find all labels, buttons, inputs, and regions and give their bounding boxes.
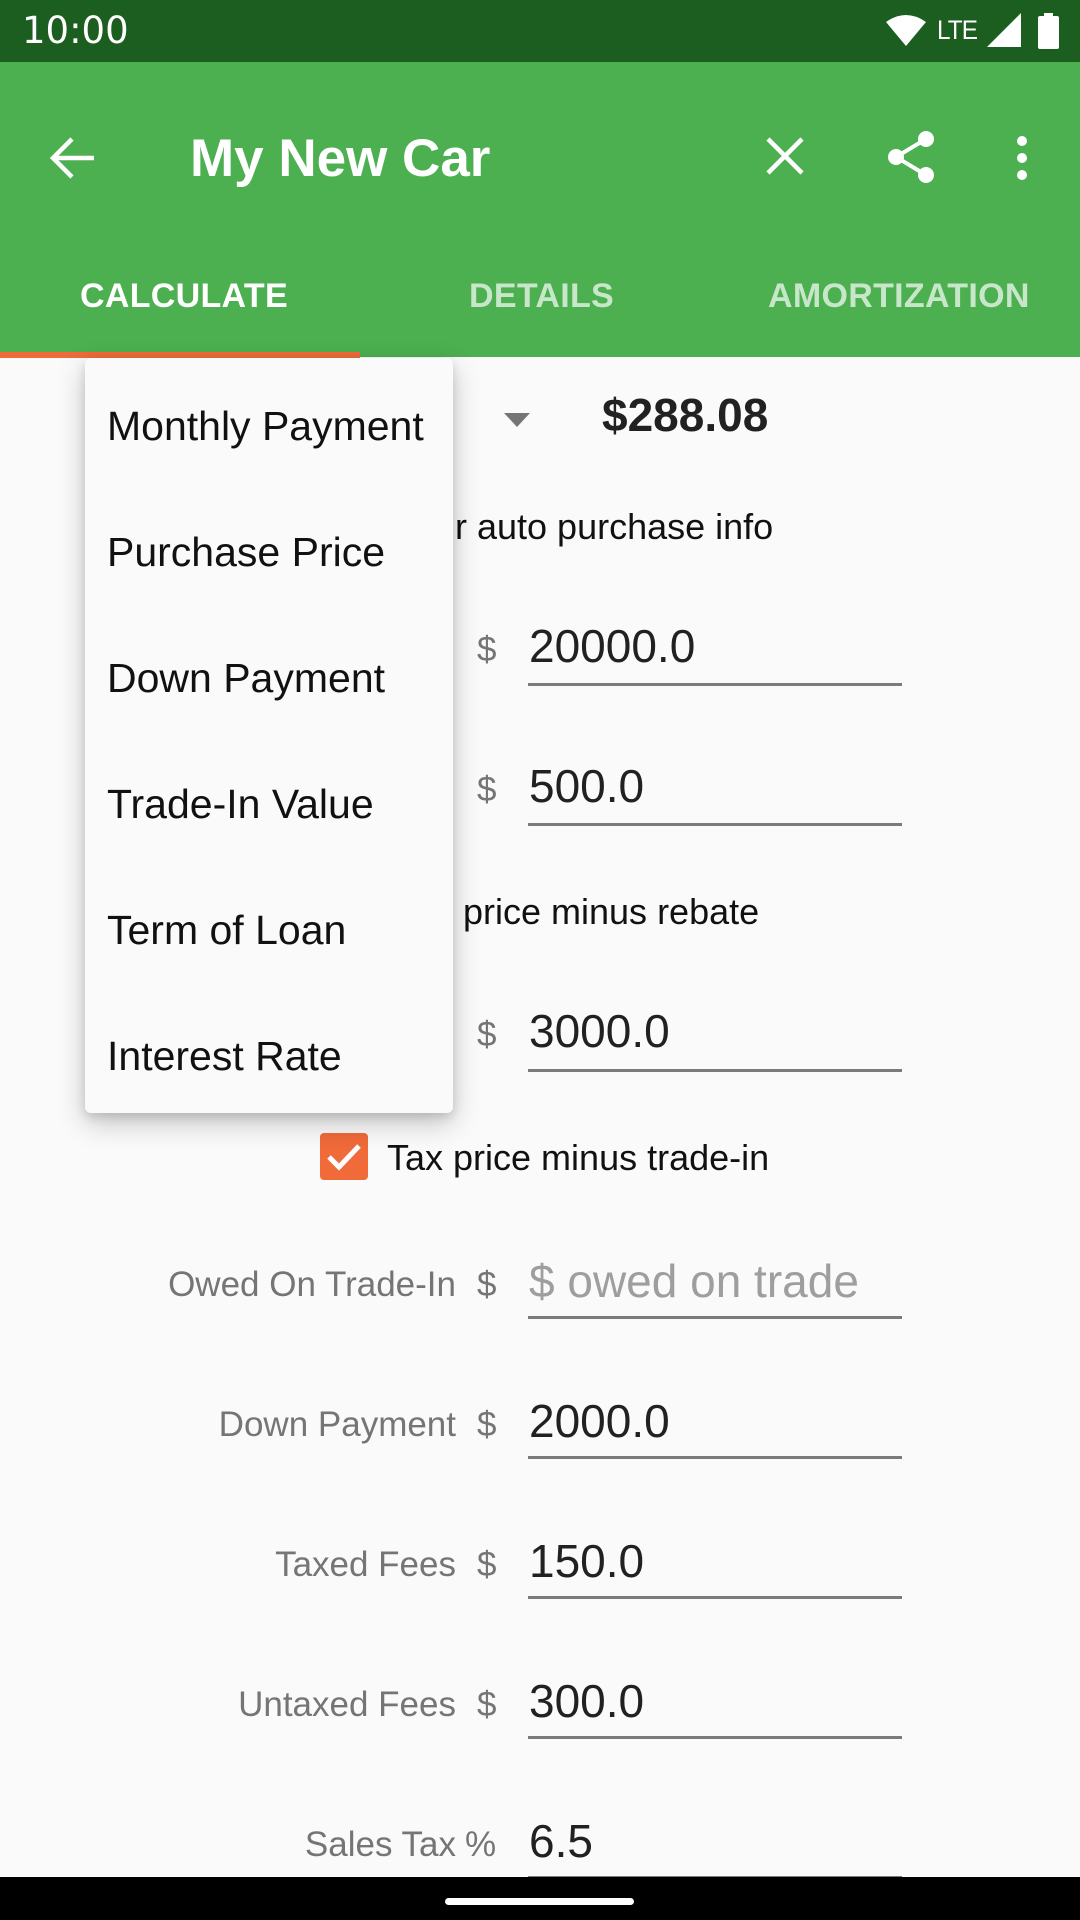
input-underline xyxy=(528,1316,902,1319)
menu-item-label: Trade-In Value xyxy=(107,781,374,827)
menu-item-trade-in-value[interactable]: Trade-In Value xyxy=(85,736,453,862)
owed-on-trade-in-input[interactable]: $ owed on trade xyxy=(529,1255,859,1307)
input-underline xyxy=(528,1456,902,1459)
page-title: My New Car xyxy=(190,129,491,188)
menu-item-monthly-payment[interactable]: Monthly Payment xyxy=(85,358,453,484)
rebate-input[interactable]: 500.0 xyxy=(529,760,644,812)
tab-amortization[interactable]: AMORTIZATION xyxy=(768,276,1030,316)
lte-label: LTE xyxy=(937,15,978,45)
currency-symbol: $ xyxy=(477,1545,497,1584)
menu-item-interest-rate[interactable]: Interest Rate xyxy=(85,988,453,1114)
tax-trade-label[interactable]: Tax price minus trade-in xyxy=(387,1137,769,1179)
down-payment-label: Down Payment xyxy=(218,1405,456,1444)
menu-item-label: Down Payment xyxy=(107,655,386,701)
taxed-fees-label: Taxed Fees xyxy=(275,1545,456,1584)
menu-item-label: Monthly Payment xyxy=(107,403,424,449)
arrow-left-icon xyxy=(50,137,94,179)
input-underline xyxy=(528,1596,902,1599)
tab-details[interactable]: DETAILS xyxy=(469,276,614,316)
close-button[interactable] xyxy=(766,137,804,175)
intro-text: r auto purchase info xyxy=(455,506,774,547)
currency-symbol: $ xyxy=(477,1685,497,1724)
purchase-price-input[interactable]: 20000.0 xyxy=(529,620,695,672)
input-underline xyxy=(528,683,902,686)
trade-in-input[interactable]: 3000.0 xyxy=(529,1005,670,1057)
menu-item-label: Purchase Price xyxy=(107,529,386,575)
percent-symbol: % xyxy=(465,1825,497,1864)
input-underline xyxy=(528,1069,902,1072)
signal-icon xyxy=(987,13,1021,47)
sales-tax-label: Sales Tax xyxy=(304,1825,456,1864)
currency-symbol: $ xyxy=(477,1015,497,1054)
menu-item-term-of-loan[interactable]: Term of Loan xyxy=(85,862,453,988)
input-underline xyxy=(528,823,902,826)
checkmark-icon xyxy=(327,1144,361,1171)
share-icon xyxy=(888,131,934,183)
calculate-for-dropdown-menu: Monthly Payment Purchase Price Down Paym… xyxy=(85,358,453,1113)
taxed-fees-input[interactable]: 150.0 xyxy=(529,1535,644,1587)
result-value: $288.08 xyxy=(602,389,769,441)
home-gesture-handle[interactable] xyxy=(445,1898,634,1905)
currency-symbol: $ xyxy=(477,1265,497,1304)
owed-on-trade-in-label: Owed On Trade-In xyxy=(168,1265,456,1304)
menu-item-label: Term of Loan xyxy=(107,907,347,953)
input-underline xyxy=(528,1736,902,1739)
more-vert-icon xyxy=(1017,136,1027,180)
currency-symbol: $ xyxy=(477,1405,497,1444)
tab-calculate[interactable]: CALCULATE xyxy=(80,276,288,316)
untaxed-fees-label: Untaxed Fees xyxy=(238,1685,456,1724)
untaxed-fees-input[interactable]: 300.0 xyxy=(529,1675,644,1727)
tax-rebate-label: price minus rebate xyxy=(463,891,760,932)
currency-symbol: $ xyxy=(477,770,497,809)
battery-icon xyxy=(1038,13,1059,49)
share-button[interactable] xyxy=(886,130,938,184)
close-icon xyxy=(766,137,804,175)
down-payment-input[interactable]: 2000.0 xyxy=(529,1395,670,1447)
menu-item-down-payment[interactable]: Down Payment xyxy=(85,610,453,736)
status-time: 10:00 xyxy=(22,9,129,52)
menu-item-label: Interest Rate xyxy=(107,1033,342,1079)
sales-tax-input[interactable]: 6.5 xyxy=(529,1815,593,1867)
wifi-icon xyxy=(886,15,926,46)
dropdown-arrow-icon[interactable] xyxy=(504,413,530,427)
tax-trade-checkbox[interactable] xyxy=(320,1133,368,1180)
more-options-button[interactable] xyxy=(1012,134,1032,182)
currency-symbol: $ xyxy=(477,630,497,669)
back-button[interactable] xyxy=(50,136,96,180)
menu-item-purchase-price[interactable]: Purchase Price xyxy=(85,484,453,610)
status-bar: 10:00 LTE xyxy=(0,0,1080,62)
